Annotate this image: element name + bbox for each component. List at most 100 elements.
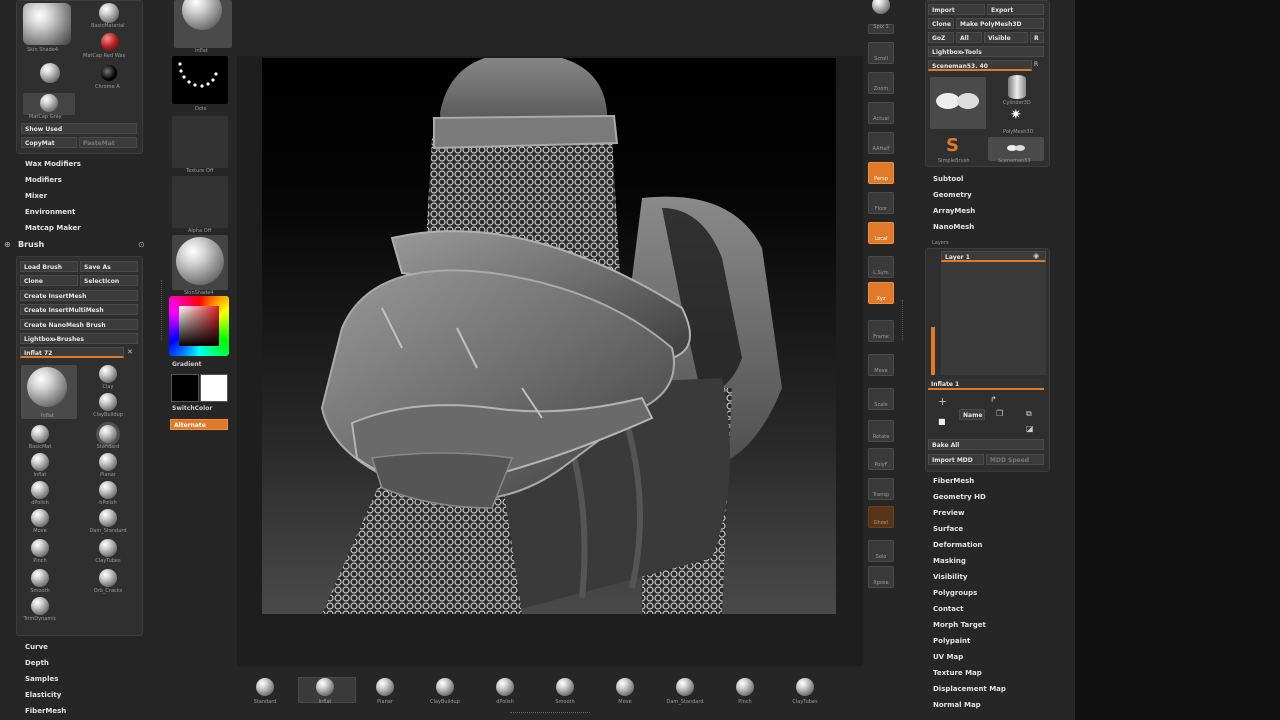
add-layer-icon[interactable]: ＋ bbox=[938, 395, 947, 408]
bake-all-button[interactable]: Bake All bbox=[928, 439, 1044, 450]
inflate-layer-slider[interactable]: Inflate 1 bbox=[928, 379, 1044, 390]
show-used-button[interactable]: Show Used bbox=[21, 123, 137, 134]
make-polymesh-button[interactable]: Make PolyMesh3D bbox=[956, 18, 1044, 29]
planar-brush-icon[interactable] bbox=[99, 453, 117, 471]
secondary-color-swatch[interactable] bbox=[200, 374, 228, 402]
copy-mat-button[interactable]: CopyMat bbox=[21, 137, 77, 148]
damstandard-brush-icon[interactable] bbox=[99, 509, 117, 527]
paste-mat-button[interactable]: PasteMat bbox=[79, 137, 137, 148]
menu-samples[interactable]: Samples bbox=[25, 675, 58, 683]
menu-visibility[interactable]: Visibility bbox=[933, 573, 967, 581]
claytubes-brush-icon[interactable] bbox=[796, 678, 814, 696]
menu-deformation[interactable]: Deformation bbox=[933, 541, 982, 549]
close-palette-icon[interactable]: ⊙ bbox=[138, 240, 145, 249]
alternate-button[interactable]: Alternate bbox=[170, 419, 228, 430]
tool-r-icon[interactable]: R bbox=[1034, 61, 1038, 68]
menu-modifiers[interactable]: Modifiers bbox=[25, 176, 62, 184]
menu-morph-target[interactable]: Morph Target bbox=[933, 621, 986, 629]
import-mdd-button[interactable]: Import MDD bbox=[928, 454, 984, 465]
pinch-brush-icon[interactable] bbox=[736, 678, 754, 696]
menu-subtool[interactable]: Subtool bbox=[933, 175, 963, 183]
menu-fibermesh[interactable]: FiberMesh bbox=[25, 707, 66, 715]
lightbox-brushes-button[interactable]: Lightbox▸Brushes bbox=[20, 333, 138, 344]
menu-masking[interactable]: Masking bbox=[933, 557, 966, 565]
material-slot[interactable] bbox=[172, 235, 228, 290]
layer-eye-icon[interactable]: ◉ bbox=[1033, 252, 1039, 260]
clay-brush-icon[interactable] bbox=[99, 365, 117, 383]
menu-geometry[interactable]: Geometry bbox=[933, 191, 972, 199]
move-brush-icon[interactable] bbox=[31, 509, 49, 527]
red-wax-material[interactable] bbox=[101, 33, 119, 51]
primary-color-swatch[interactable] bbox=[171, 374, 199, 402]
simple-brush-icon[interactable]: S bbox=[946, 135, 959, 156]
menu-geometry-hd[interactable]: Geometry HD bbox=[933, 493, 986, 501]
menu-uv-map[interactable]: UV Map bbox=[933, 653, 963, 661]
move-layer-up-icon[interactable]: ↱ bbox=[990, 395, 997, 404]
menu-mixer[interactable]: Mixer bbox=[25, 192, 47, 200]
clone-brush-button[interactable]: Clone bbox=[20, 275, 78, 286]
cylinder3d-icon[interactable] bbox=[1008, 75, 1026, 99]
layer-option-icon[interactable]: ◪ bbox=[1026, 424, 1034, 433]
basic-material[interactable] bbox=[99, 3, 119, 23]
menu-nanomesh[interactable]: NanoMesh bbox=[933, 223, 974, 231]
smooth-brush-icon[interactable] bbox=[556, 678, 574, 696]
goz-r-button[interactable]: R bbox=[1030, 32, 1044, 43]
switch-color-button[interactable]: SwitchColor bbox=[172, 405, 212, 412]
create-nano-mesh-brush-button[interactable]: Create NanoMesh Brush bbox=[20, 319, 138, 330]
layer-1-item[interactable]: Layer 1 bbox=[941, 251, 1046, 262]
menu-preview[interactable]: Preview bbox=[933, 509, 965, 517]
texture-slot[interactable] bbox=[172, 176, 228, 228]
menu-environment[interactable]: Environment bbox=[25, 208, 75, 216]
claytubes-brush-icon[interactable] bbox=[99, 539, 117, 557]
brush-palette-header[interactable]: ⊕ Brush ⊙ bbox=[4, 240, 150, 252]
menu-polypaint[interactable]: Polypaint bbox=[933, 637, 970, 645]
smooth-brush-icon[interactable] bbox=[31, 569, 49, 587]
right-splitter[interactable] bbox=[902, 300, 907, 340]
name-layer-button[interactable]: Name bbox=[959, 409, 985, 420]
goz-button[interactable]: GoZ bbox=[928, 32, 954, 43]
menu-texture-map[interactable]: Texture Map bbox=[933, 669, 982, 677]
damstandard-brush-icon[interactable] bbox=[676, 678, 694, 696]
skin-shade-material[interactable] bbox=[23, 3, 71, 45]
menu-curve[interactable]: Curve bbox=[25, 643, 48, 651]
standard-brush-icon[interactable] bbox=[256, 678, 274, 696]
tool-thumb-main[interactable] bbox=[930, 77, 986, 129]
dpolish-brush-icon[interactable] bbox=[496, 678, 514, 696]
dpolish-brush-icon[interactable] bbox=[31, 481, 49, 499]
goz-all-button[interactable]: All bbox=[956, 32, 982, 43]
menu-matcap-maker[interactable]: Matcap Maker bbox=[25, 224, 81, 232]
color-picker[interactable] bbox=[169, 296, 229, 356]
import-button[interactable]: Import bbox=[928, 4, 985, 15]
menu-fibermesh[interactable]: FiberMesh bbox=[933, 477, 974, 485]
save-as-button[interactable]: Save As bbox=[80, 261, 138, 272]
current-tool-slider[interactable]: Sceneman53. 40 bbox=[928, 60, 1032, 71]
stroke-dots-slot[interactable] bbox=[172, 56, 228, 104]
orbcracks-brush-icon[interactable] bbox=[99, 569, 117, 587]
delete-layer-icon[interactable]: ■ bbox=[938, 417, 946, 426]
menu-surface[interactable]: Surface bbox=[933, 525, 963, 533]
layers-scrollbar[interactable] bbox=[931, 327, 935, 375]
create-insert-multi-mesh-button[interactable]: Create InsertMultiMesh bbox=[20, 304, 138, 315]
export-button[interactable]: Export bbox=[987, 4, 1044, 15]
inflat-brush-icon[interactable] bbox=[316, 678, 334, 696]
duplicate-layer-icon[interactable]: ❐ bbox=[996, 409, 1003, 418]
left-splitter[interactable] bbox=[161, 280, 166, 340]
basicmat-brush-icon[interactable] bbox=[31, 425, 49, 443]
bpr-sphere[interactable] bbox=[870, 0, 892, 20]
menu-normal-map[interactable]: Normal Map bbox=[933, 701, 981, 709]
create-insert-mesh-button[interactable]: Create InsertMesh bbox=[20, 290, 138, 301]
menu-depth[interactable]: Depth bbox=[25, 659, 49, 667]
inflat-brush-icon[interactable] bbox=[31, 453, 49, 471]
menu-wax-modifiers[interactable]: Wax Modifiers bbox=[25, 160, 81, 168]
hpolish-brush-icon[interactable] bbox=[99, 481, 117, 499]
close-brush-icon[interactable]: ✕ bbox=[127, 348, 133, 356]
clone-tool-button[interactable]: Clone bbox=[928, 18, 954, 29]
mdd-speed-slider[interactable]: MDD Speed bbox=[986, 454, 1044, 465]
gray-material[interactable] bbox=[40, 63, 60, 83]
goz-visible-button[interactable]: Visible bbox=[984, 32, 1028, 43]
lightbox-tools-button[interactable]: Lightbox▸Tools bbox=[928, 46, 1044, 57]
menu-displacement-map[interactable]: Displacement Map bbox=[933, 685, 1006, 693]
menu-arraymesh[interactable]: ArrayMesh bbox=[933, 207, 975, 215]
trimdynamic-brush-icon[interactable] bbox=[31, 597, 49, 615]
polymesh3d-icon[interactable]: ✷ bbox=[1010, 107, 1022, 123]
